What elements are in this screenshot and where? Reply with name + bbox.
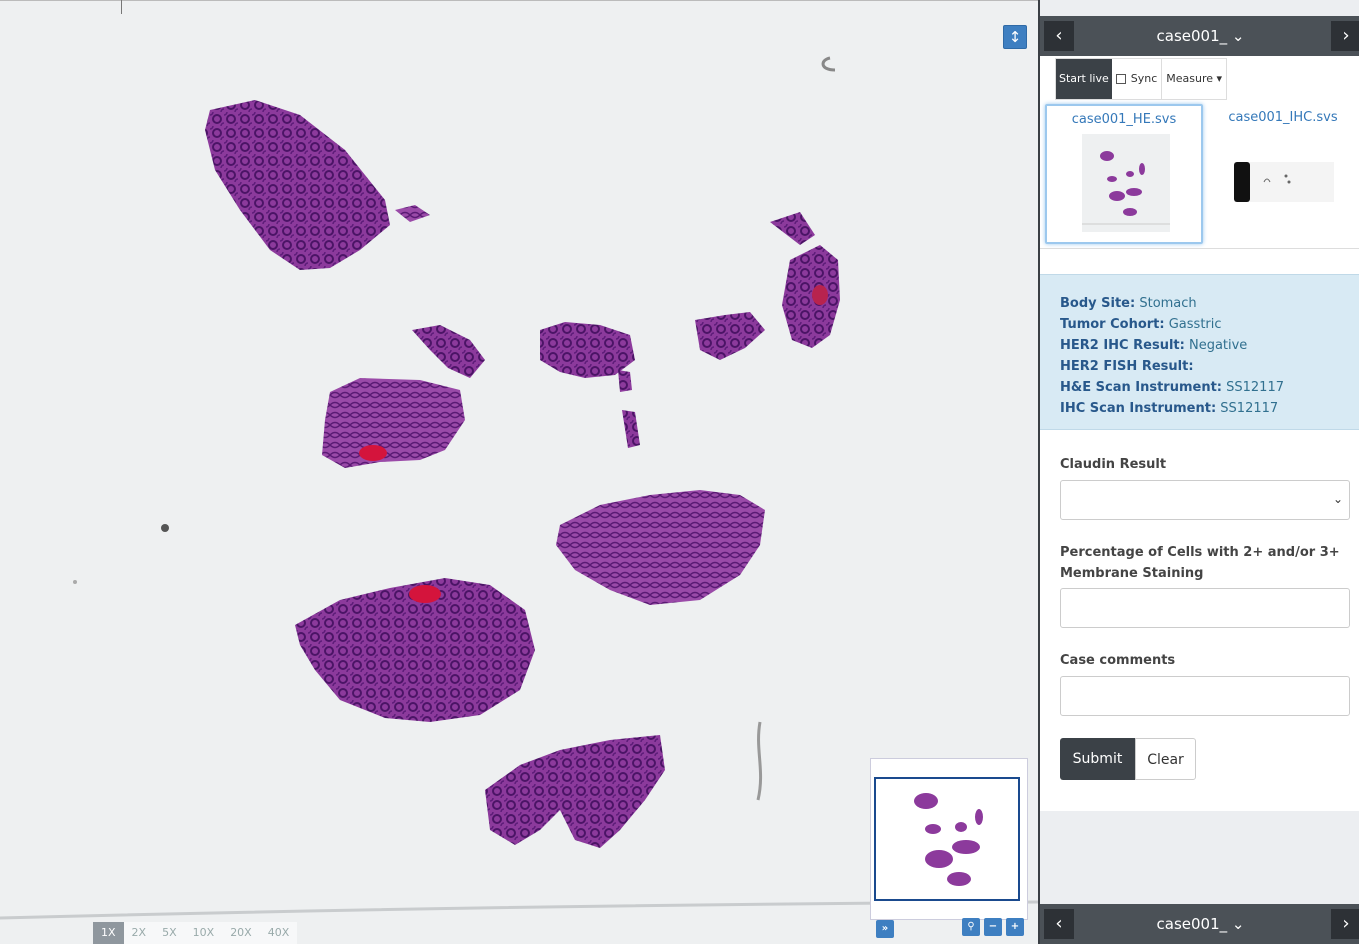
zoom-20x[interactable]: 20X [222,922,260,944]
tissue-fragment [540,322,635,378]
tissue-fragment [782,245,840,348]
claudin-select[interactable]: ⌄ [1060,480,1350,520]
vertical-split-button[interactable]: ↕ [1003,25,1027,49]
slide-thumbnail-ihc [1234,162,1334,202]
info-he-scan: H&E Scan Instrument: SS12117 [1060,380,1284,395]
case-content: Start live Sync Measure ▾ case001_HE.svs [1040,56,1359,811]
comments-input[interactable] [1060,676,1350,716]
tissue-fragment [695,312,765,360]
case-footer: ‹ case001_ ⌄ › [1040,904,1359,944]
map-pin-icon: ⚲ [967,921,975,932]
pin-button[interactable]: ⚲ [962,918,980,936]
overview-toggle-button[interactable]: » [876,920,894,938]
double-chevron-icon: » [881,923,889,934]
tissue-fragment [395,205,430,222]
zoom-5x[interactable]: 5X [154,922,185,944]
tissue-fragment [618,370,632,392]
debris-streak [756,721,763,801]
slide-viewer[interactable]: ↕ 1X 2X 5X 10X 20X 40X » ⚲ − + [0,0,1038,944]
chevron-right-icon: › [1342,913,1350,934]
zoom-40x[interactable]: 40X [259,922,298,944]
debris-dot [161,524,169,532]
case-info-box: Body Site: Stomach Tumor Cohort: Gasstri… [1040,274,1359,430]
viewer-toolbar: Start live Sync Measure ▾ [1055,58,1228,100]
side-panel: ‹ case001_ ⌄ › Start live Sync Measure ▾… [1038,0,1359,944]
clear-button[interactable]: Clear [1135,738,1196,780]
measure-dropdown[interactable]: Measure ▾ [1161,59,1226,99]
zoom-out-button[interactable]: − [984,918,1002,936]
tissue-fragment [622,410,640,448]
red-region [359,445,387,461]
submit-button[interactable]: Submit [1060,738,1135,780]
claudin-label: Claudin Result [1060,457,1167,472]
overview-viewport-box[interactable] [874,777,1020,901]
tissue-fragment [322,378,465,468]
info-body-site: Body Site: Stomach [1060,296,1197,311]
sync-label: Sync [1130,72,1158,85]
tissue-fragment [770,212,815,245]
debris-mark [821,56,836,72]
zoom-10x[interactable]: 10X [184,922,223,944]
zoom-level-bar: 1X 2X 5X 10X 20X 40X [93,922,298,944]
prev-case-button-footer[interactable]: ‹ [1044,909,1074,939]
zoom-2x[interactable]: 2X [123,922,155,944]
chevron-right-icon: › [1342,25,1350,46]
chevron-down-icon: ⌄ [1332,492,1343,506]
info-her2-ihc: HER2 IHC Result: Negative [1060,338,1248,353]
vertical-arrows-icon: ↕ [1008,28,1022,46]
sync-checkbox[interactable] [1115,74,1126,84]
start-live-button[interactable]: Start live [1056,59,1112,99]
debris-dot [73,580,77,584]
tissue-fragment [485,735,665,848]
zoom-1x[interactable]: 1X [93,922,124,944]
case-selector[interactable]: case001_ ⌄ [1100,16,1301,56]
percentage-label: Percentage of Cells with 2+ and/or 3+ Mem… [1060,545,1340,581]
case-title: case001_ [1156,27,1228,45]
overview-map[interactable] [870,758,1028,920]
minus-icon: − [988,921,998,932]
slide-card-he[interactable]: case001_HE.svs [1045,104,1203,244]
prev-case-button[interactable]: ‹ [1044,21,1074,51]
case-header: ‹ case001_ ⌄ › [1040,16,1359,56]
tissue-fragment [556,490,765,605]
red-region [812,285,828,305]
chevron-down-icon: ⌄ [1231,27,1245,45]
tissue-fragment [412,325,485,378]
percentage-input[interactable] [1060,588,1350,628]
slide-card-ihc[interactable]: case001_IHC.svs [1204,104,1359,244]
case-title: case001_ [1156,915,1228,933]
info-ihc-scan: IHC Scan Instrument: SS12117 [1060,401,1279,416]
case-selector-footer[interactable]: case001_ ⌄ [1100,904,1301,944]
sync-checkbox-toggle[interactable]: Sync [1112,59,1162,99]
chevron-left-icon: ‹ [1055,25,1063,46]
slide-name[interactable]: case001_HE.svs [1047,112,1201,127]
slide-thumbnail-he [1082,134,1170,232]
slide-list: case001_HE.svs case001_IHC.svs [1040,102,1359,249]
slide-name[interactable]: case001_IHC.svs [1204,110,1359,125]
info-her2-fish: HER2 FISH Result: [1060,359,1194,374]
red-region [409,585,441,603]
comments-label: Case comments [1060,653,1176,668]
chevron-left-icon: ‹ [1055,913,1063,934]
info-tumor-cohort: Tumor Cohort: Gasstric [1060,317,1222,332]
chevron-down-icon: ⌄ [1231,915,1245,933]
plus-icon: + [1010,921,1020,932]
next-case-button-footer[interactable]: › [1331,909,1359,939]
next-case-button[interactable]: › [1331,21,1359,51]
tissue-fragment [205,100,390,270]
zoom-in-button[interactable]: + [1006,918,1024,936]
